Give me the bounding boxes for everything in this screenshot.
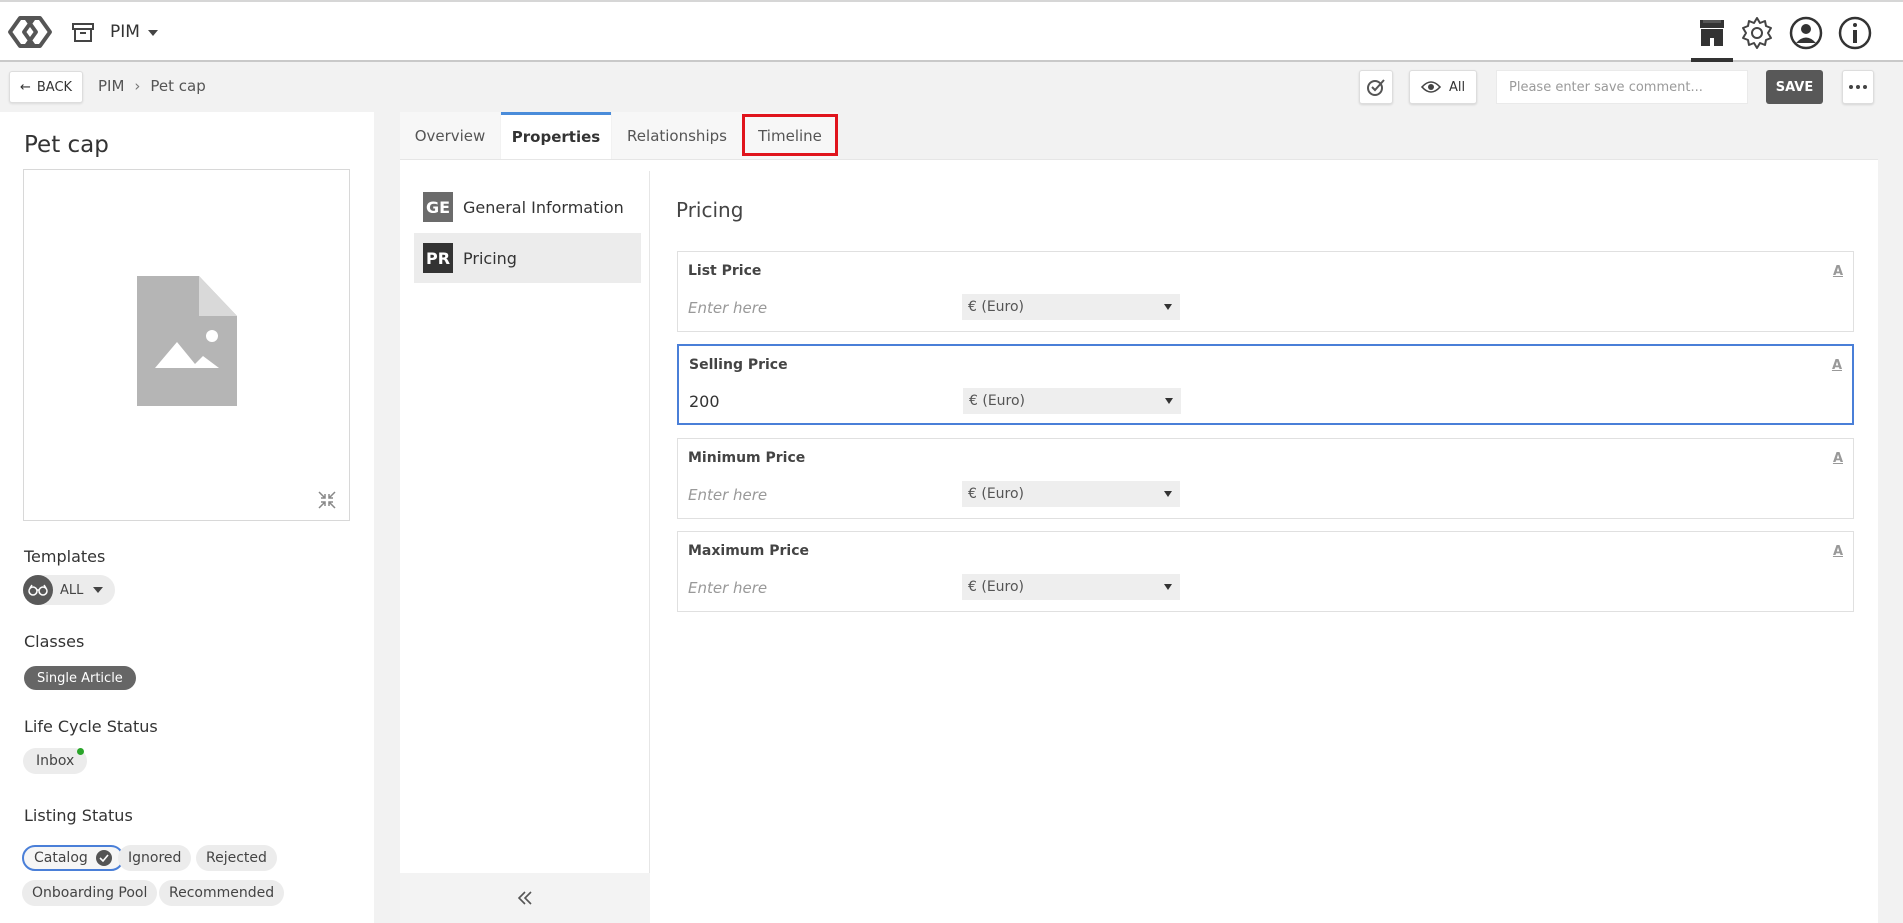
status-dot <box>77 748 84 755</box>
more-options-button[interactable] <box>1842 70 1874 104</box>
breadcrumb: PIM › Pet cap <box>98 77 206 95</box>
user-icon[interactable] <box>1787 14 1825 52</box>
store-icon[interactable] <box>1693 14 1731 52</box>
currency-select[interactable]: € (Euro) <box>963 388 1181 414</box>
template-selector[interactable]: ALL <box>23 575 115 605</box>
more-dots-icon <box>1849 85 1867 89</box>
list-price-input[interactable] <box>688 294 938 320</box>
field-selling-price: Selling Price € (Euro) A <box>677 344 1854 425</box>
listing-chip-catalog[interactable]: Catalog <box>22 845 124 871</box>
field-label: Maximum Price <box>688 543 809 559</box>
view-filter-label: All <box>1448 79 1466 95</box>
nav-item-pricing[interactable]: PR Pricing <box>414 233 641 283</box>
check-badge-icon <box>1367 79 1385 96</box>
field-minimum-price: Minimum Price € (Euro) A <box>677 438 1854 519</box>
language-icon[interactable]: A <box>1833 544 1843 559</box>
lifecycle-label: Life Cycle Status <box>24 717 158 736</box>
nav-abbr: GE <box>423 192 453 222</box>
caret-down-icon <box>1164 584 1172 590</box>
class-chip[interactable]: Single Article <box>24 666 136 690</box>
active-indicator <box>1691 58 1733 62</box>
chevron-down-icon <box>93 587 104 593</box>
item-image[interactable] <box>23 169 350 521</box>
tab-overview[interactable]: Overview <box>400 112 500 159</box>
breadcrumb-pim[interactable]: PIM <box>98 77 124 95</box>
chevron-down-icon[interactable] <box>148 30 158 36</box>
tab-properties[interactable]: Properties <box>501 112 611 159</box>
field-label: List Price <box>688 263 762 279</box>
caret-down-icon <box>1165 398 1173 404</box>
image-placeholder-icon <box>137 276 237 406</box>
field-list-price: List Price € (Euro) A <box>677 251 1854 332</box>
listing-chip-rejected[interactable]: Rejected <box>196 845 277 871</box>
caret-down-icon <box>1164 304 1172 310</box>
logo-icon[interactable] <box>6 14 54 50</box>
checklist-button[interactable] <box>1359 70 1393 104</box>
nav-label: General Information <box>463 197 624 217</box>
currency-value: € (Euro) <box>968 579 1025 595</box>
glasses-icon <box>23 575 53 605</box>
top-bar: PIM <box>0 0 1903 62</box>
minimum-price-input[interactable] <box>688 481 938 507</box>
arrow-left-icon: ← <box>19 79 31 95</box>
save-comment-input[interactable] <box>1496 70 1748 104</box>
classes-label: Classes <box>24 632 85 651</box>
nav-label: Pricing <box>463 248 517 268</box>
item-summary-panel: Pet cap Templates ALL Classes Single Art… <box>0 112 374 923</box>
currency-value: € (Euro) <box>968 486 1025 502</box>
selling-price-input[interactable] <box>689 388 939 414</box>
double-chevron-left-icon <box>517 891 532 905</box>
info-icon[interactable] <box>1836 14 1874 52</box>
app-switcher-label[interactable]: PIM <box>110 22 140 42</box>
listing-chip-onboarding-pool[interactable]: Onboarding Pool <box>22 880 158 906</box>
caret-down-icon <box>1164 491 1172 497</box>
section-title: Pricing <box>676 198 744 222</box>
listing-chip-label: Catalog <box>34 850 88 866</box>
currency-value: € (Euro) <box>969 393 1026 409</box>
field-label: Minimum Price <box>688 450 806 466</box>
view-filter-button[interactable]: All <box>1409 70 1477 104</box>
breadcrumb-current: Pet cap <box>150 77 206 95</box>
eye-icon <box>1420 81 1441 93</box>
listing-chip-recommended[interactable]: Recommended <box>159 880 285 906</box>
archive-icon[interactable] <box>72 22 94 42</box>
gear-icon[interactable] <box>1738 14 1776 52</box>
currency-select[interactable]: € (Euro) <box>962 481 1180 507</box>
back-label: BACK <box>36 79 73 95</box>
tab-relationships[interactable]: Relationships <box>612 112 742 159</box>
language-icon[interactable]: A <box>1832 358 1842 373</box>
language-icon[interactable]: A <box>1833 264 1843 279</box>
collapse-arrows-icon[interactable] <box>317 490 337 510</box>
check-icon <box>95 850 112 866</box>
currency-value: € (Euro) <box>968 299 1025 315</box>
currency-select[interactable]: € (Euro) <box>962 574 1180 600</box>
field-label: Selling Price <box>689 357 788 373</box>
currency-select[interactable]: € (Euro) <box>962 294 1180 320</box>
listing-status-label: Listing Status <box>24 806 133 825</box>
field-maximum-price: Maximum Price € (Euro) A <box>677 531 1854 612</box>
templates-label: Templates <box>24 547 106 566</box>
template-value: ALL <box>60 582 84 598</box>
maximum-price-input[interactable] <box>688 574 938 600</box>
breadcrumb-separator: › <box>134 77 141 95</box>
collapse-nav-button[interactable] <box>400 873 650 923</box>
nav-abbr: PR <box>423 243 453 273</box>
section-nav: GE General Information PR Pricing <box>400 171 650 923</box>
listing-chip-ignored[interactable]: Ignored <box>118 845 192 871</box>
language-icon[interactable]: A <box>1833 451 1843 466</box>
item-title: Pet cap <box>24 132 109 158</box>
timeline-highlight <box>742 114 838 156</box>
save-button[interactable]: SAVE <box>1766 70 1823 104</box>
back-button[interactable]: ← BACK <box>9 71 83 103</box>
nav-item-general-information[interactable]: GE General Information <box>414 182 641 232</box>
